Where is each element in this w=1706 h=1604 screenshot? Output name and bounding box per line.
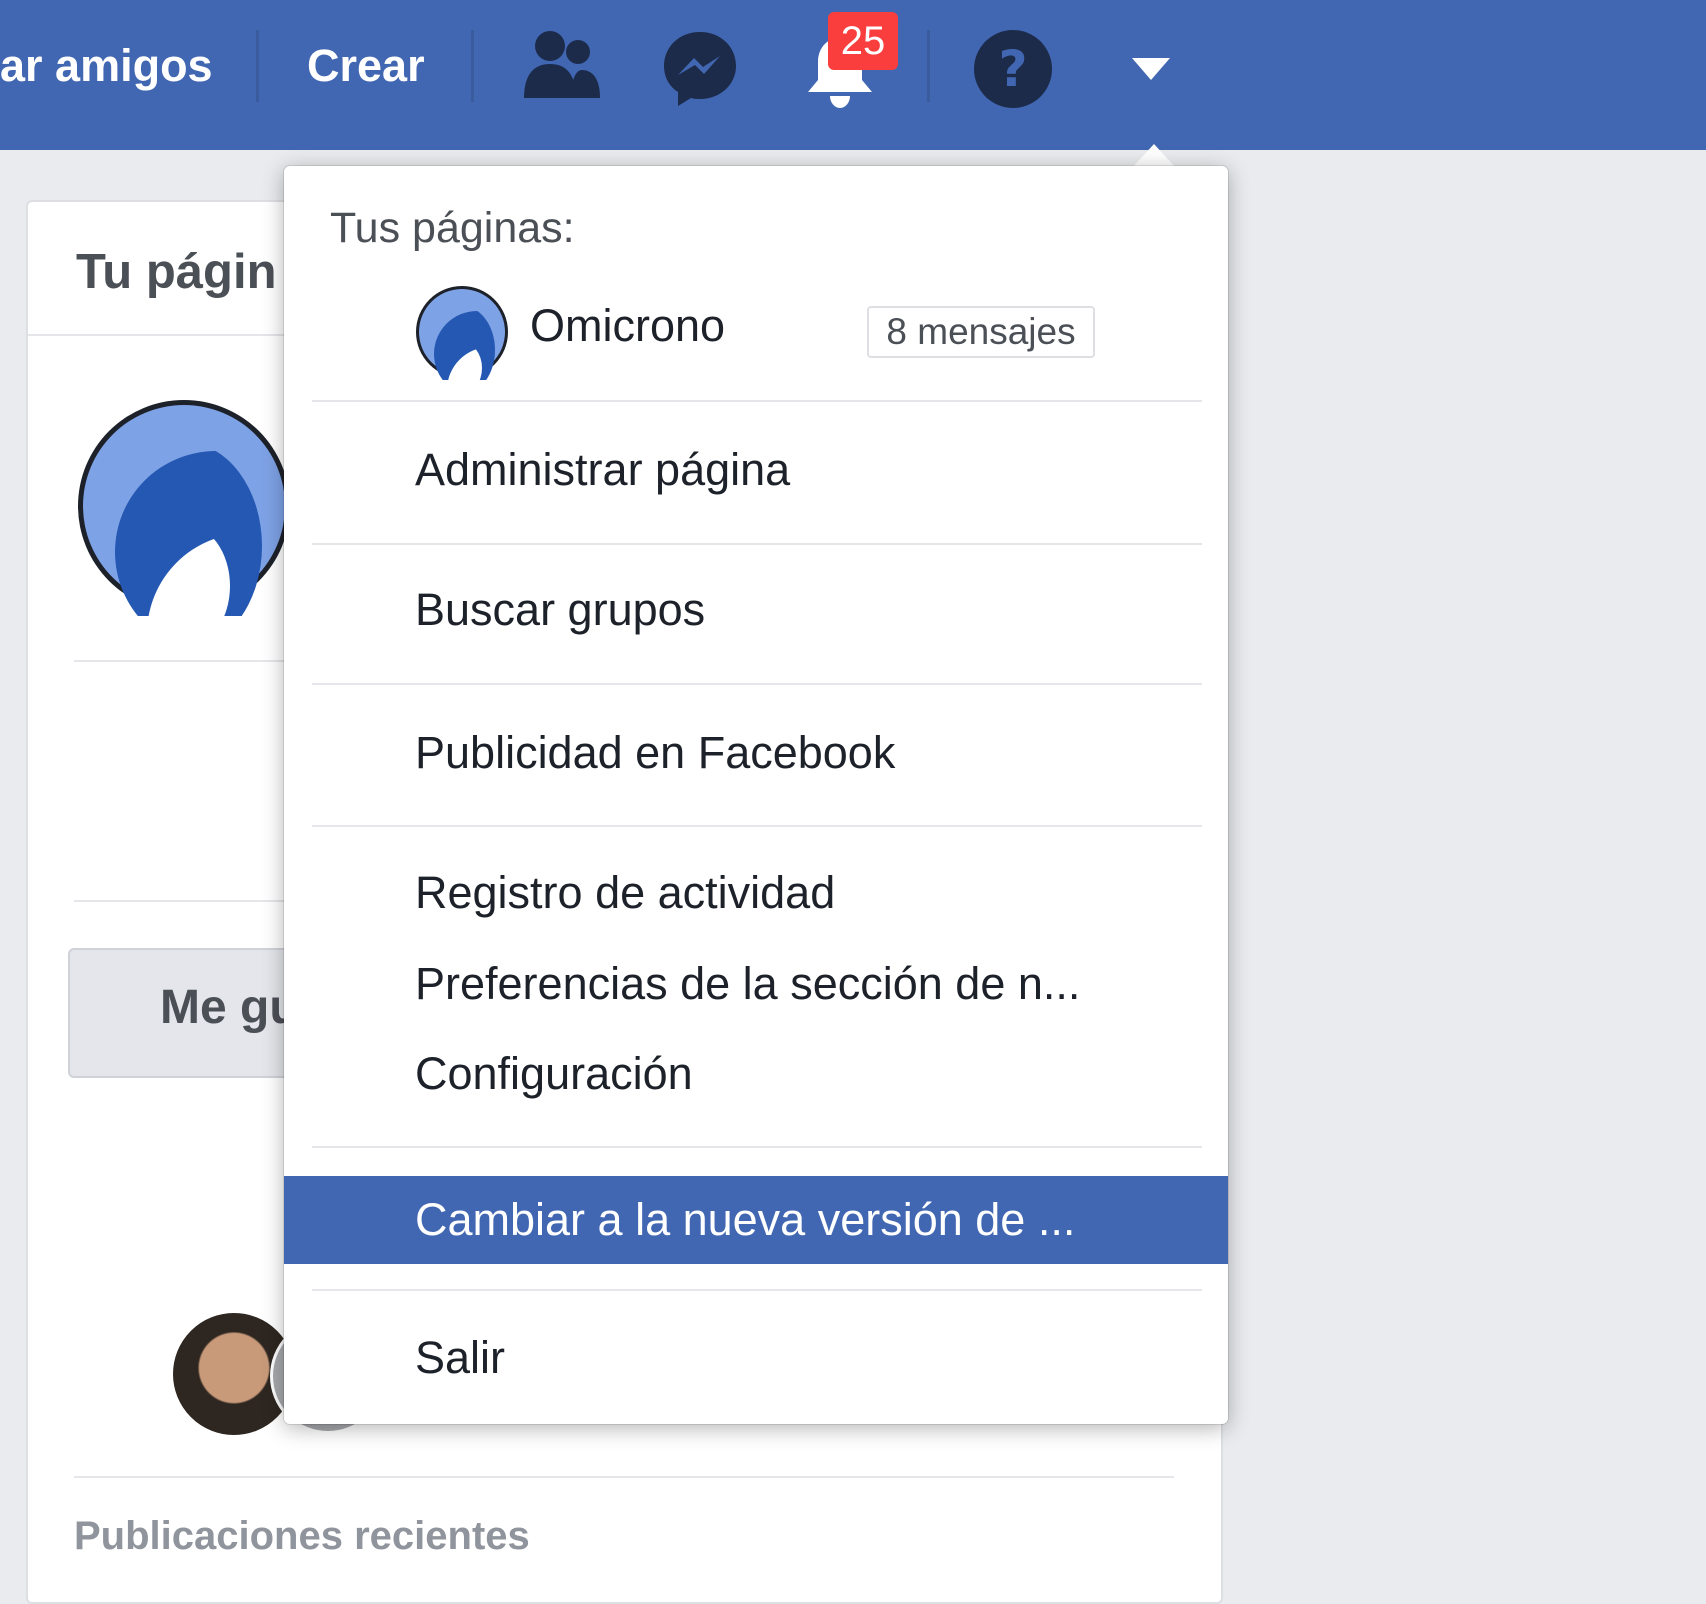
messenger-icon[interactable]: [660, 28, 740, 108]
card-divider: [74, 1476, 1174, 1478]
page-name-link[interactable]: Omicrono: [530, 300, 725, 352]
menu-item-switch-new-version[interactable]: Cambiar a la nueva versión de ...: [284, 1176, 1228, 1264]
account-dropdown-menu: Tus páginas: Omicrono 8 mensajes Adminis…: [284, 166, 1228, 1424]
menu-item-settings[interactable]: Configuración: [415, 1046, 693, 1102]
page-card-title: Tu págin: [76, 245, 277, 299]
menu-item-advertising[interactable]: Publicidad en Facebook: [415, 725, 895, 781]
svg-text:?: ?: [998, 40, 1027, 98]
nav-separator: [256, 30, 259, 102]
nav-separator: [471, 30, 474, 102]
menu-divider: [312, 400, 1202, 402]
your-pages-heading: Tus páginas:: [330, 204, 575, 252]
friend-requests-icon[interactable]: [520, 28, 602, 104]
menu-divider: [312, 683, 1202, 685]
top-navigation-bar: ar amigos Crear 25 ?: [0, 0, 1706, 150]
find-friends-link[interactable]: ar amigos: [0, 38, 213, 94]
page-avatar-omicrono[interactable]: [414, 284, 510, 380]
nav-separator: [927, 30, 930, 102]
recent-posts-heading: Publicaciones recientes: [74, 1514, 530, 1558]
menu-item-news-feed-preferences[interactable]: Preferencias de la sección de n...: [415, 956, 1080, 1012]
help-icon[interactable]: ?: [972, 28, 1054, 110]
page-profile-avatar[interactable]: [74, 396, 294, 616]
menu-item-manage-page[interactable]: Administrar página: [415, 442, 790, 498]
menu-divider: [312, 1289, 1202, 1291]
dropdown-pointer: [1132, 144, 1176, 168]
menu-item-activity-log[interactable]: Registro de actividad: [415, 865, 835, 921]
menu-item-find-groups[interactable]: Buscar grupos: [415, 582, 705, 638]
menu-divider: [312, 1146, 1202, 1148]
menu-divider: [312, 825, 1202, 827]
like-button-label: Me gu: [160, 981, 299, 1034]
create-link[interactable]: Crear: [307, 38, 425, 94]
menu-item-logout[interactable]: Salir: [415, 1330, 505, 1386]
page-messages-badge[interactable]: 8 mensajes: [867, 306, 1095, 358]
menu-divider: [312, 543, 1202, 545]
account-menu-chevron-down-icon[interactable]: [1130, 56, 1172, 82]
switch-new-version-label: Cambiar a la nueva versión de ...: [415, 1194, 1076, 1245]
notification-count-badge: 25: [828, 12, 898, 70]
